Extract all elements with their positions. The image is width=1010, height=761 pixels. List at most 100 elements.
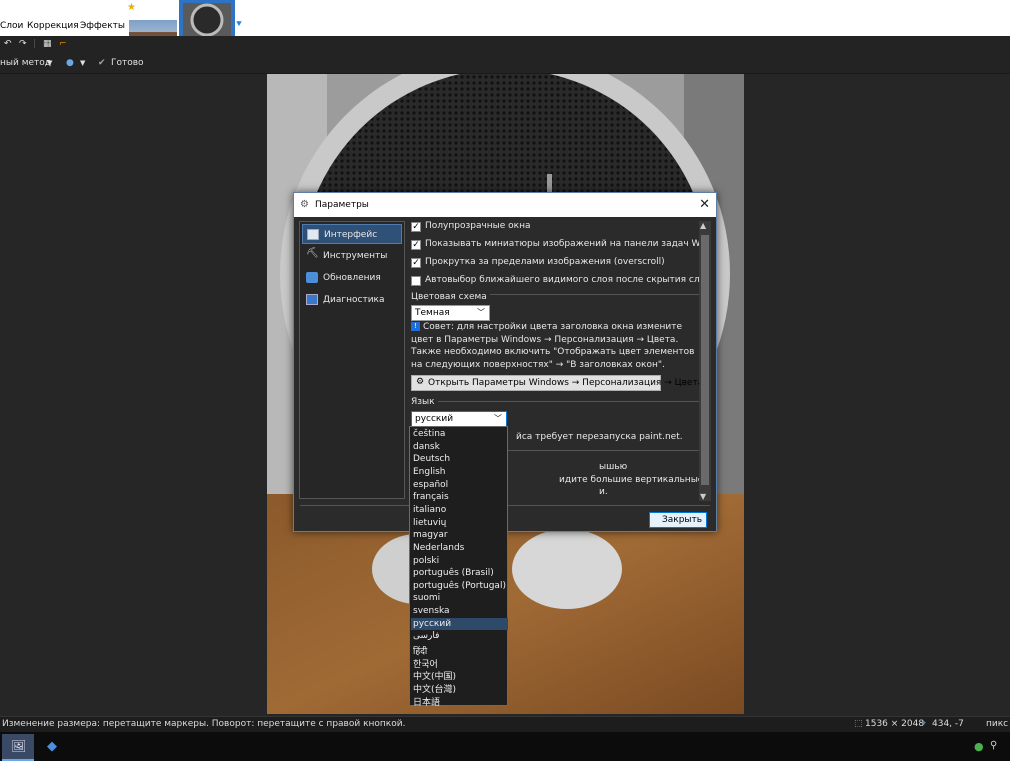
done-button[interactable]: Готово [111,58,144,68]
language-option[interactable]: русский [411,617,508,631]
language-option[interactable]: Deutsch [411,453,508,466]
language-option-label: 日本語 [413,697,441,708]
window-icon [307,229,319,240]
nav-item-interface[interactable]: Интерфейс [302,224,402,244]
close-button[interactable]: Закрыть [649,512,707,528]
language-option-label: فارسی [413,631,440,642]
checkbox-label: Прокрутка за пределами изображения (over… [425,257,665,267]
option-text-fragment: идите большие вертикальные и горизонталь [559,475,699,485]
language-option[interactable]: suomi [411,592,508,605]
checkbox-box[interactable]: ✓ [411,222,421,232]
tabs-dropdown-icon[interactable]: ⯆ [235,19,243,30]
language-option-label: polski [413,555,440,566]
globe-icon[interactable]: ● [66,58,74,68]
tray-network-icon[interactable]: ● [974,740,984,753]
redo-icon[interactable]: ↷ [19,39,27,49]
tip-text: Совет: для настройки цвета заголовка окн… [411,322,695,370]
language-option[interactable]: italiano [411,504,508,517]
scrollbar-thumb[interactable] [701,235,709,485]
language-option-label: português (Portugal) [413,580,506,591]
resampling-method-label[interactable]: ный метод [0,58,51,68]
toolbar-history: ↶ ↷ | ▦ ⌐ [0,36,1010,55]
monitor-icon [306,294,318,305]
dialog-title: Параметры [315,200,369,210]
open-windows-settings-button[interactable]: ⚙ Открыть Параметры Windows → Персонализ… [411,375,699,391]
checkbox-label: Автовыбор ближайшего видимого слоя после… [425,275,699,285]
language-option[interactable]: español [411,479,508,492]
color-scheme-select[interactable]: Темная ﹀ [411,305,490,321]
checkbox-box[interactable]: ✓ [411,258,421,268]
app-icon: ◆ [47,739,57,754]
chevron-down-icon[interactable]: ▼ [80,59,85,67]
button-label: Открыть Параметры Windows → Персонализац… [428,378,699,388]
checkbox-label: Показывать миниатюры изображений на пане… [425,239,699,249]
language-option[interactable]: português (Brasil) [411,567,508,580]
language-option[interactable]: magyar [411,529,508,542]
status-hint: Изменение размера: перетащите маркеры. П… [2,719,406,729]
taskbar: 🖼 ◆ ● ⚲ [0,732,1010,761]
language-option[interactable]: čeština [411,428,508,441]
language-option[interactable]: Nederlands [411,542,508,555]
dialog-titlebar: ⚙ Параметры ✕ [294,193,716,217]
language-option-label: čeština [413,429,446,439]
language-option[interactable]: 中文(中国) [411,668,508,682]
language-option[interactable]: 中文(台灣) [411,681,508,695]
taskbar-app-secondary[interactable]: ◆ [38,734,70,761]
language-option[interactable]: English [411,466,508,479]
image-size: 1536 × 2048 [865,719,925,729]
language-select[interactable]: русский ﹀ [411,411,507,427]
ruler-icon[interactable]: ⌐ [59,39,67,49]
menu-adjustments[interactable]: Коррекция [27,21,79,31]
nav-label: Инструменты [323,251,388,261]
units-select[interactable]: пикс [986,719,1008,729]
menu-bar: Слои Коррекция Эффекты ★ ⯆ [0,0,1010,55]
grid-icon[interactable]: ▦ [43,39,52,49]
tray-device-icon[interactable]: ⚲ [990,740,997,751]
nav-label: Интерфейс [324,230,378,240]
check-icon[interactable]: ✔ [98,58,106,68]
language-option[interactable]: فارسی [411,630,508,643]
menu-layers[interactable]: Слои [0,21,23,31]
nav-item-updates[interactable]: Обновления [302,268,402,288]
language-option-label: lietuvių [413,517,447,528]
scroll-down-icon[interactable]: ▼ [700,492,706,501]
language-option-label: magyar [413,530,448,541]
language-option-label: suomi [413,593,441,604]
tools-icon: ⛏ [306,248,319,259]
nav-item-diagnostics[interactable]: Диагностика [302,290,402,310]
language-option[interactable]: हिंदी [411,643,508,657]
settings-scrollbar[interactable]: ▲ ▼ [699,221,711,501]
undo-icon[interactable]: ↶ [4,39,12,49]
language-option-label: Deutsch [413,454,451,465]
language-option[interactable]: français [411,491,508,504]
language-option[interactable]: dansk [411,441,508,454]
taskbar-app-paintnet[interactable]: 🖼 [2,734,34,761]
chevron-down-icon: ﹀ [477,308,485,317]
button-label: Закрыть [662,515,703,525]
color-scheme-label: Цветовая схема [411,292,490,302]
separator: | [33,39,37,49]
settings-icon: ⚙ [416,377,425,387]
language-option[interactable]: português (Portugal) [411,580,508,593]
language-option-label: italiano [413,504,447,515]
language-option[interactable]: 한국어 [411,656,508,670]
settings-nav: Интерфейс ⛏ Инструменты Обновления Диагн… [299,221,405,499]
close-icon[interactable]: ✕ [699,197,710,212]
language-option[interactable]: 日本語 [411,694,508,708]
checkbox-box[interactable]: ✓ [411,240,421,250]
nav-label: Обновления [323,273,381,283]
select-value: русский [415,414,454,424]
scroll-up-icon[interactable]: ▲ [700,221,706,230]
checkbox-label: Полупрозрачные окна [425,221,531,231]
checkbox-box[interactable] [411,276,421,286]
chevron-down-icon[interactable]: ▼ [47,59,52,67]
divider [411,401,699,402]
language-option[interactable]: lietuvių [411,517,508,530]
toolbar-tool-options: ный метод ▼ ● ▼ ✔ Готово [0,55,1010,74]
language-option[interactable]: polski [411,555,508,568]
language-option-label: svenska [413,606,450,617]
select-value: Темная [415,308,450,318]
language-option[interactable]: svenska [411,605,508,618]
nav-item-tools[interactable]: ⛏ Инструменты [302,246,402,266]
menu-effects[interactable]: Эффекты [80,21,125,31]
